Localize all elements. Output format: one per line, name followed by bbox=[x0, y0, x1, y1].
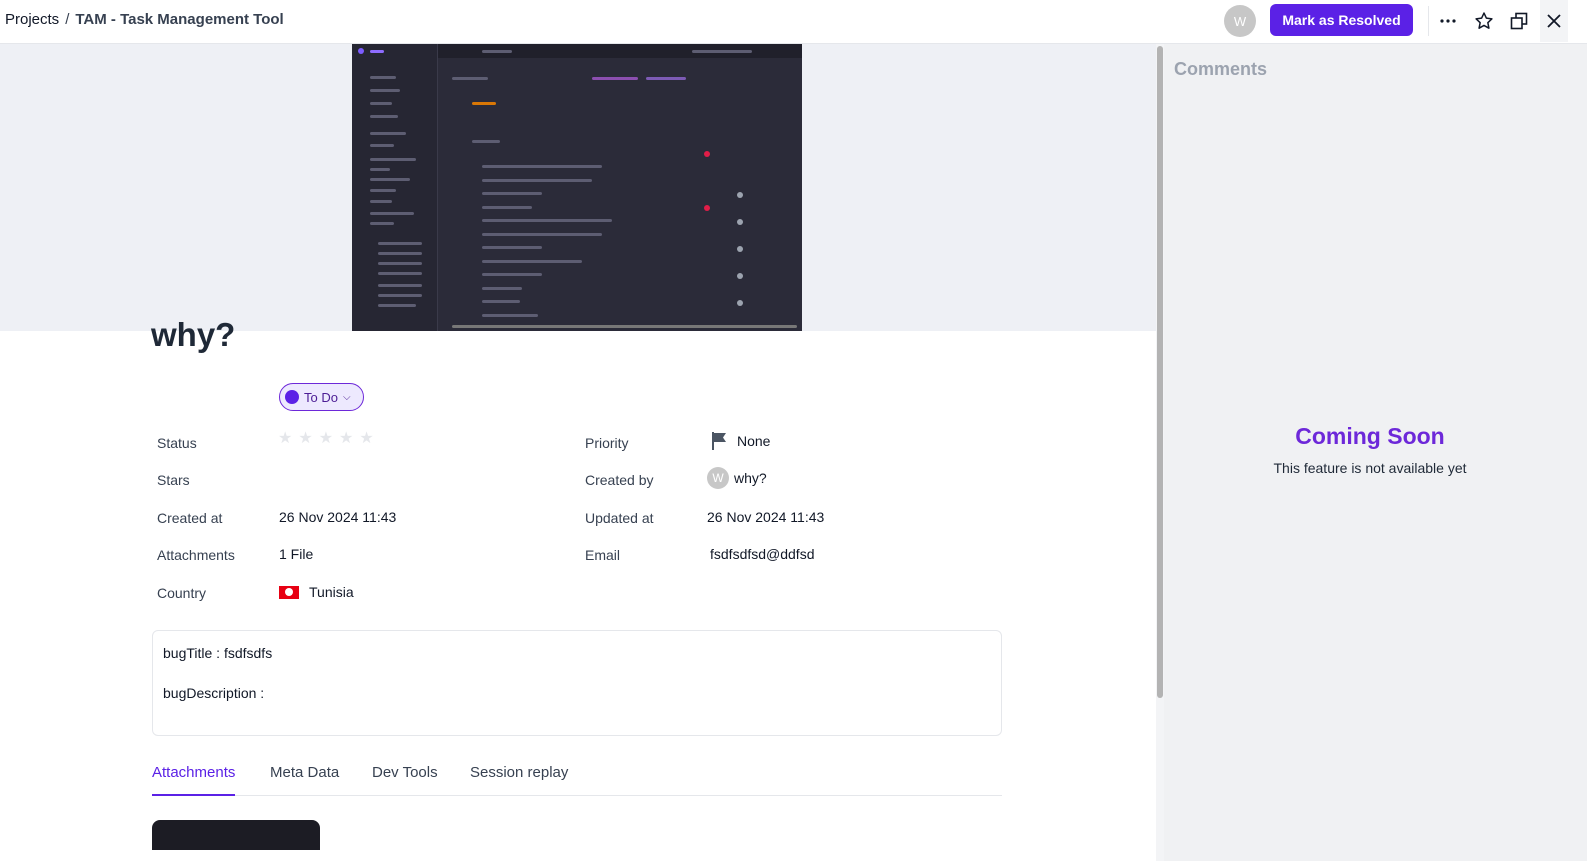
bug-description-line: bugDescription : bbox=[163, 685, 265, 701]
coming-soon-subtext: This feature is not available yet bbox=[1273, 460, 1467, 476]
status-circle-icon bbox=[285, 390, 299, 404]
tab-dev-tools[interactable]: Dev Tools bbox=[372, 764, 438, 796]
detail-tabs: Attachments Meta Data Dev Tools Session … bbox=[152, 760, 1002, 796]
rating-star-icon[interactable]: ★ bbox=[278, 428, 292, 448]
close-button[interactable] bbox=[1540, 0, 1568, 42]
created-by-value: W why? bbox=[707, 467, 767, 489]
breadcrumb-current: TAM - Task Management Tool bbox=[75, 11, 284, 28]
country-name: Tunisia bbox=[309, 584, 354, 600]
mark-as-resolved-button[interactable]: Mark as Resolved bbox=[1270, 4, 1413, 36]
status-dropdown[interactable]: To Do ⌵ bbox=[279, 383, 364, 411]
task-detail-main: why? Status To Do ⌵ Stars ★ ★ ★ ★ ★ Crea… bbox=[0, 44, 1156, 861]
bug-title-line: bugTitle : fsdfsdfs bbox=[163, 645, 273, 661]
created-at-value: 26 Nov 2024 11:43 bbox=[279, 509, 397, 525]
rating-star-icon[interactable]: ★ bbox=[359, 428, 373, 448]
creator-avatar: W bbox=[707, 467, 729, 489]
status-value: To Do bbox=[304, 389, 338, 405]
created-by-label: Created by bbox=[585, 472, 654, 488]
attachments-count[interactable]: 1 File bbox=[279, 546, 313, 562]
flag-icon bbox=[712, 432, 726, 450]
tab-attachments[interactable]: Attachments bbox=[152, 764, 236, 796]
rating-star-icon[interactable]: ★ bbox=[298, 428, 312, 448]
close-icon bbox=[1547, 14, 1561, 28]
attachment-screenshot-image[interactable] bbox=[352, 44, 802, 331]
email-label: Email bbox=[585, 547, 621, 563]
user-avatar[interactable]: W bbox=[1224, 5, 1256, 37]
tab-session-replay[interactable]: Session replay bbox=[470, 764, 568, 796]
created-at-label: Created at bbox=[157, 510, 223, 526]
coming-soon-heading: Coming Soon bbox=[1295, 423, 1445, 449]
top-bar: Projects / TAM - Task Management Tool W Ma… bbox=[0, 0, 1587, 44]
description-box[interactable]: bugTitle : fsdfsdfs bugDescription : bbox=[152, 630, 1002, 736]
tunisia-flag-icon bbox=[279, 585, 299, 599]
star-icon bbox=[1475, 12, 1493, 29]
breadcrumb: Projects / TAM - Task Management Tool bbox=[5, 11, 284, 28]
country-label: Country bbox=[157, 585, 207, 601]
favorite-button[interactable] bbox=[1469, 6, 1499, 36]
updated-at-value: 26 Nov 2024 11:43 bbox=[707, 509, 825, 525]
toolbar-divider bbox=[1428, 6, 1429, 36]
task-title[interactable]: why? bbox=[151, 316, 235, 354]
creator-name: why? bbox=[734, 470, 767, 486]
priority-label: Priority bbox=[585, 435, 629, 451]
country-value: Tunisia bbox=[279, 584, 354, 600]
priority-value: None bbox=[737, 433, 771, 449]
comments-title: Comments bbox=[1174, 59, 1268, 79]
popout-button[interactable] bbox=[1504, 6, 1534, 36]
more-horizontal-icon bbox=[1440, 19, 1456, 23]
attachments-label: Attachments bbox=[157, 547, 235, 563]
screenshot-banner bbox=[0, 44, 1156, 331]
tab-meta-data[interactable]: Meta Data bbox=[270, 764, 339, 796]
priority-selector[interactable]: None bbox=[711, 431, 770, 451]
popout-window-icon bbox=[1510, 12, 1528, 30]
star-rating[interactable]: ★ ★ ★ ★ ★ bbox=[278, 428, 374, 448]
updated-at-label: Updated at bbox=[585, 510, 654, 526]
stars-label: Stars bbox=[157, 472, 190, 488]
screenshot-sidebar bbox=[352, 44, 438, 331]
main-scrollbar-thumb[interactable] bbox=[1157, 46, 1163, 698]
rating-star-icon[interactable]: ★ bbox=[319, 428, 333, 448]
comments-panel: Comments Coming Soon This feature is not… bbox=[1164, 44, 1587, 861]
chevron-down-icon: ⌵ bbox=[342, 391, 351, 403]
more-options-button[interactable] bbox=[1433, 6, 1463, 36]
breadcrumb-projects-link[interactable]: Projects bbox=[5, 11, 59, 28]
rating-star-icon[interactable]: ★ bbox=[339, 428, 353, 448]
attachment-thumbnail[interactable] bbox=[152, 820, 320, 850]
breadcrumb-separator: / bbox=[65, 11, 70, 28]
email-value: fsdfsdfsd@ddfsd bbox=[710, 546, 815, 562]
status-label: Status bbox=[157, 435, 197, 451]
